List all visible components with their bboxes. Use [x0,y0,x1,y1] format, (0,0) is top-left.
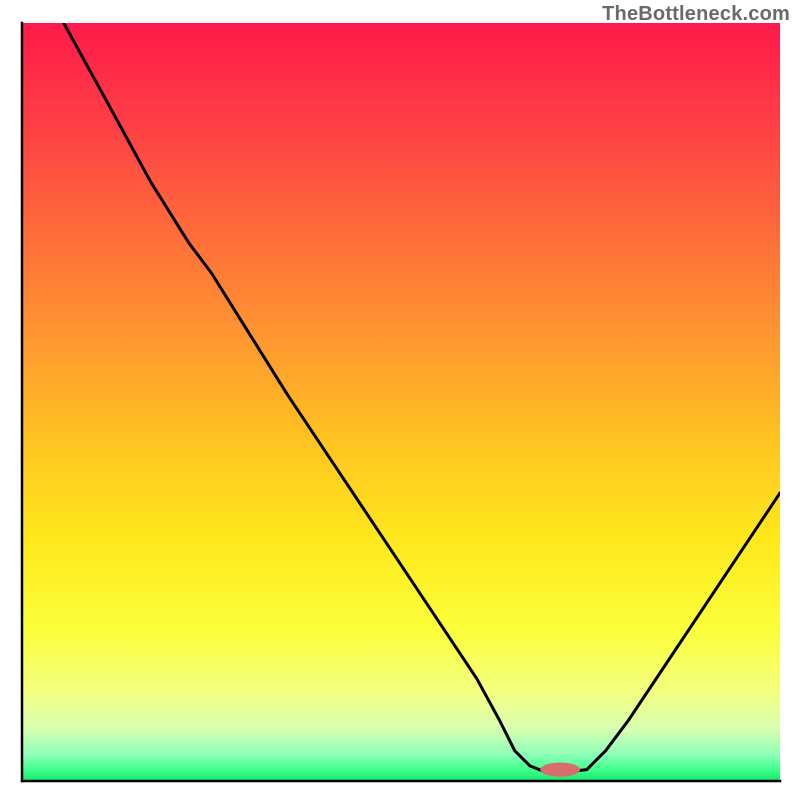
chart-svg [0,0,800,800]
chart-background [22,23,780,781]
chart-canvas: TheBottleneck.com [0,0,800,800]
optimum-marker [540,763,580,777]
watermark-text: TheBottleneck.com [602,3,790,26]
